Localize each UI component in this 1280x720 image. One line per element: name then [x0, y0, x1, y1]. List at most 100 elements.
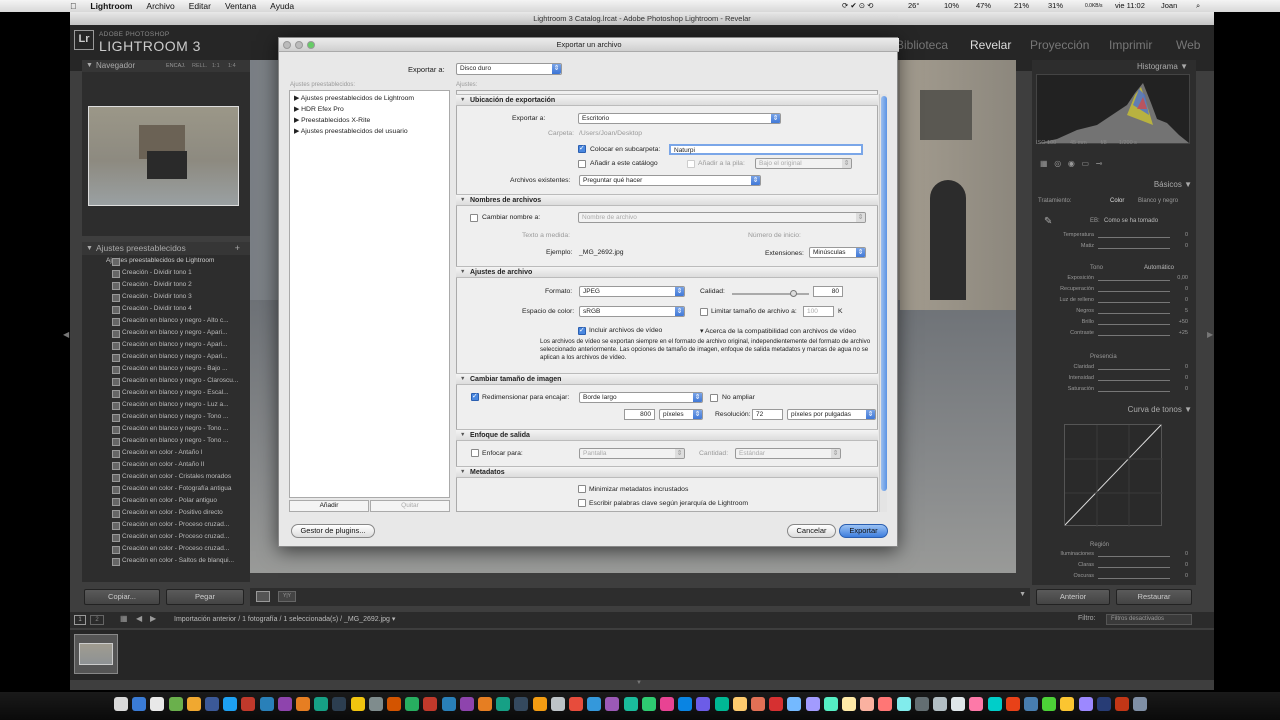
dock-app-icon[interactable]	[1078, 697, 1093, 711]
preset-item[interactable]: Creación - Dividir tono 4	[82, 303, 250, 315]
slider-track[interactable]	[1098, 578, 1170, 579]
slider-track[interactable]	[1098, 291, 1170, 292]
treatment-color[interactable]: Color	[1110, 198, 1124, 204]
format-select[interactable]: JPEG	[579, 286, 685, 297]
dock-app-icon[interactable]	[350, 697, 365, 711]
slider-row[interactable]: Saturación 0	[1032, 386, 1192, 397]
dock-app-icon[interactable]	[1133, 697, 1148, 711]
dock-app-icon[interactable]	[296, 697, 310, 711]
clock[interactable]: vie 11:02	[1115, 0, 1145, 12]
dock-app-icon[interactable]	[1042, 697, 1057, 711]
spotlight-icon[interactable]: ⌕	[1196, 0, 1200, 12]
spot-icon[interactable]: ◎	[1054, 159, 1061, 168]
export-to-select[interactable]: Disco duro	[456, 63, 562, 75]
dock-app-icon[interactable]	[951, 697, 966, 711]
slider-value[interactable]: +50	[1179, 319, 1188, 325]
slider-row[interactable]: Contraste +25	[1032, 330, 1192, 341]
dock-app-icon[interactable]	[660, 697, 674, 711]
gradient-icon[interactable]: ▭	[1082, 159, 1090, 168]
add-catalog-checkbox[interactable]	[578, 160, 586, 168]
zoom-fill[interactable]: RELL.	[192, 60, 207, 72]
preset-tree-item[interactable]: ▶ Ajustes preestablecidos de Lightroom	[294, 94, 414, 102]
presets-header[interactable]: ▼ Ajustes preestablecidos +	[82, 242, 250, 255]
dock-app-icon[interactable]	[987, 697, 1002, 711]
toolbar-menu-icon[interactable]: ▼	[1019, 591, 1026, 598]
colorspace-select[interactable]: sRGB	[579, 306, 685, 317]
preset-item[interactable]: Creación - Dividir tono 1	[82, 267, 250, 279]
dock-app-icon[interactable]	[678, 697, 693, 711]
dock-app-icon[interactable]	[132, 697, 147, 711]
collapse-icon[interactable]: ▼	[86, 60, 93, 72]
dock-app-icon[interactable]	[478, 697, 492, 711]
existing-select[interactable]: Preguntar qué hacer	[579, 175, 761, 186]
preset-item[interactable]: Creación en color - Proceso cruzad...	[82, 543, 250, 555]
dock-app-icon[interactable]	[896, 697, 911, 711]
preset-item[interactable]: Creación en blanco y negro - Apari...	[82, 339, 250, 351]
menu-archivo[interactable]: Archivo	[139, 1, 181, 11]
stack-select[interactable]: Bajo el original	[755, 158, 852, 169]
rename-checkbox[interactable]	[470, 214, 478, 222]
dock-app-icon[interactable]	[1115, 697, 1129, 711]
dock-app-icon[interactable]	[569, 697, 583, 711]
slider-track[interactable]	[1098, 324, 1170, 325]
resolution-unit-select[interactable]: píxeles por pulgadas	[787, 409, 876, 420]
dock-app-icon[interactable]	[405, 697, 420, 711]
sharpen-checkbox[interactable]	[471, 449, 479, 457]
quality-input[interactable]: 80	[813, 286, 843, 297]
slider-track[interactable]	[1098, 556, 1170, 557]
slider-track[interactable]	[1098, 313, 1170, 314]
zoom-fit[interactable]: ENCAJ.	[166, 60, 186, 72]
size-unit-select[interactable]: píxeles	[659, 409, 703, 420]
preset-item[interactable]: Creación en blanco y negro - Apari...	[82, 351, 250, 363]
resolution-input[interactable]: 72	[752, 409, 783, 420]
dock-app-icon[interactable]	[969, 697, 984, 711]
quality-slider[interactable]	[732, 290, 809, 297]
menu-ventana[interactable]: Ventana	[218, 1, 263, 11]
slider-track[interactable]	[1098, 280, 1170, 281]
dock-app-icon[interactable]	[914, 697, 929, 711]
preset-item[interactable]: Creación en color - Cristales morados	[82, 471, 250, 483]
sharpen-amount-select[interactable]: Estándar	[735, 448, 841, 459]
dock-app-icon[interactable]	[714, 697, 729, 711]
preset-item[interactable]: Creación en color - Proceso cruzad...	[82, 519, 250, 531]
brush-icon[interactable]: ⊸	[1096, 159, 1103, 168]
quality-slider-knob[interactable]	[789, 290, 797, 297]
slider-row[interactable]: Oscuras 0	[1032, 573, 1192, 584]
dock-app-icon[interactable]	[751, 697, 765, 711]
right-panel-toggle-icon[interactable]: ▶	[1207, 330, 1213, 339]
resize-select[interactable]: Borde largo	[579, 392, 703, 403]
dock-app-icon[interactable]	[314, 697, 329, 711]
auto-tone-button[interactable]: Automático	[1144, 265, 1174, 271]
preset-tree-item[interactable]: ▶ Ajustes preestablecidos del usuario	[294, 127, 408, 135]
dock-app-icon[interactable]	[842, 697, 856, 711]
dock-app-icon[interactable]	[605, 697, 620, 711]
keywords-checkbox[interactable]	[578, 499, 586, 507]
minimize-metadata-checkbox[interactable]	[578, 485, 586, 493]
slider-row[interactable]: Luz de relleno 0	[1032, 297, 1192, 308]
section-location[interactable]: Ubicación de exportación	[456, 94, 878, 106]
slider-value[interactable]: 0	[1185, 232, 1188, 238]
dock-app-icon[interactable]	[641, 697, 656, 711]
minimize-icon[interactable]	[295, 41, 303, 49]
loupe-view-icon[interactable]	[256, 591, 270, 602]
redeye-icon[interactable]: ◉	[1068, 159, 1075, 168]
monitor-1-icon[interactable]: 1	[74, 615, 86, 625]
sharpen-select[interactable]: Pantalla	[579, 448, 685, 459]
slider-row[interactable]: Intensidad 0	[1032, 375, 1192, 386]
preset-item[interactable]: Creación en color - Positivo directo	[82, 507, 250, 519]
dock-app-icon[interactable]	[496, 697, 511, 711]
slider-track[interactable]	[1098, 567, 1170, 568]
preset-item[interactable]: Creación en color - Saltos de blanqui...	[82, 555, 250, 567]
settings-scrollbar[interactable]	[879, 94, 887, 512]
before-after-icon[interactable]: Y|Y	[278, 591, 296, 602]
dock-app-icon[interactable]	[259, 697, 274, 711]
preset-item[interactable]: Creación en color - Antaño I	[82, 447, 250, 459]
dock-app-icon[interactable]	[332, 697, 347, 711]
dock-app-icon[interactable]	[1060, 697, 1075, 711]
module-imprimir[interactable]: Imprimir	[1109, 38, 1152, 52]
slider-value[interactable]: 0	[1185, 286, 1188, 292]
filter-select[interactable]: Filtros desactivados	[1106, 614, 1192, 625]
slider-row[interactable]: Matiz 0	[1032, 243, 1192, 254]
menu-editar[interactable]: Editar	[182, 1, 218, 11]
crop-icon[interactable]: ▦	[1040, 159, 1048, 168]
